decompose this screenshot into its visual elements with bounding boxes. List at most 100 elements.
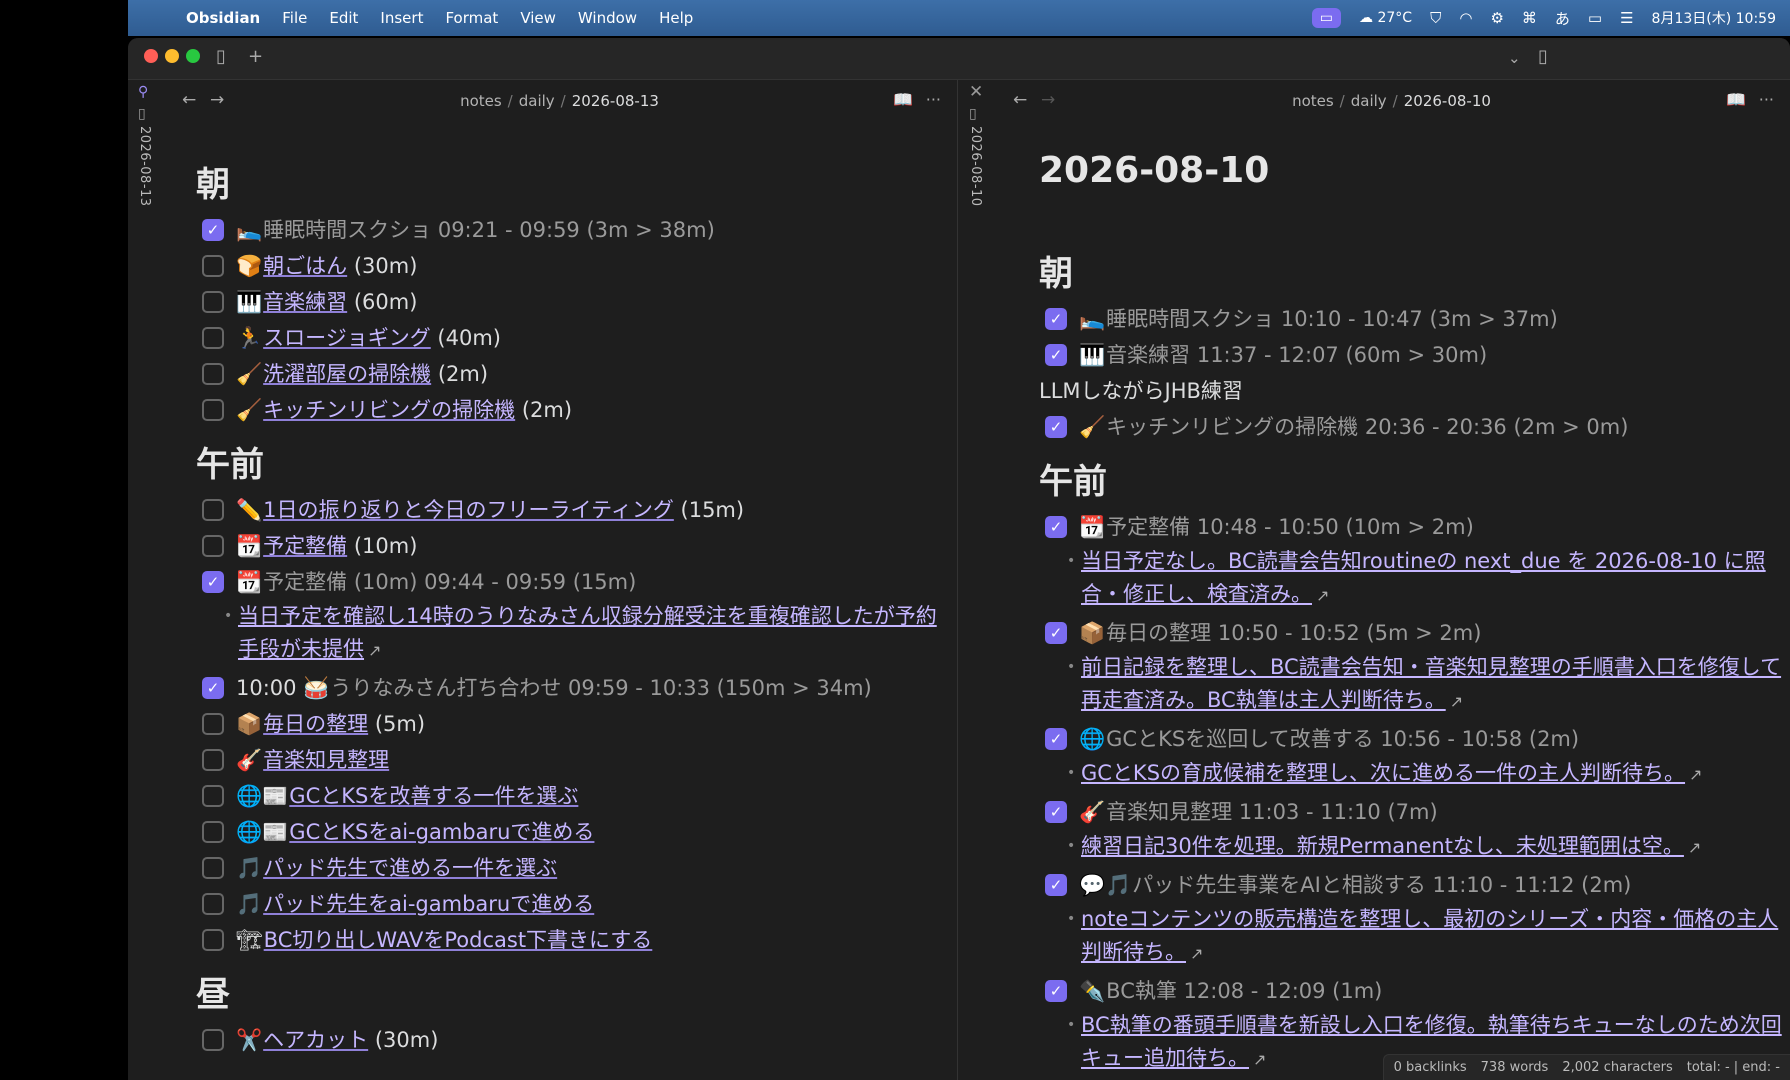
task-link[interactable]: 洗濯部屋の掃除機 <box>263 362 431 386</box>
menubar-clock[interactable]: 8月13日(木) 10:59 <box>1652 8 1776 28</box>
new-tab-icon[interactable]: + <box>248 46 263 67</box>
minimize-window-button[interactable] <box>165 49 179 63</box>
external-link-icon[interactable]: ↗ <box>1689 765 1702 784</box>
task-checkbox[interactable]: ✓ <box>1045 416 1067 438</box>
external-link-icon[interactable]: ↗ <box>1316 586 1329 605</box>
task-checkbox[interactable] <box>202 291 224 313</box>
menu-format[interactable]: Format <box>445 9 498 27</box>
external-link-icon[interactable]: ↗ <box>368 641 381 660</box>
menu-window[interactable]: Window <box>578 9 637 27</box>
hub-icon[interactable]: ⌘ <box>1522 9 1537 27</box>
task-link[interactable]: 音楽練習 <box>263 290 347 314</box>
sub-link[interactable]: 練習日記30件を処理。新規Permanentなし、未処理範囲は空。 <box>1081 834 1684 858</box>
task-checkbox[interactable] <box>202 255 224 277</box>
menu-file[interactable]: File <box>282 9 307 27</box>
sub-link[interactable]: 当日予定なし。BC読書会告知routineの next_due を 2026-0… <box>1081 549 1766 606</box>
control-center-icon[interactable]: ☰ <box>1620 9 1633 27</box>
task-checkbox[interactable]: ✓ <box>1045 622 1067 644</box>
task-checkbox[interactable]: ✓ <box>202 219 224 241</box>
task-link[interactable]: 毎日の整理 <box>1106 621 1211 645</box>
breadcrumb-daily[interactable]: daily <box>1351 92 1387 110</box>
external-link-icon[interactable]: ↗ <box>1190 944 1203 963</box>
task-link[interactable]: パッド先生事業をAIと相談する <box>1132 873 1426 897</box>
task-link[interactable]: キッチンリビングの掃除機 <box>263 398 515 422</box>
pin-icon[interactable]: ⚲ <box>138 84 148 100</box>
sub-link[interactable]: 前日記録を整理し、BC読書会告知・音楽知見整理の手順書入口を修復して再走査済み。… <box>1081 655 1781 712</box>
sub-link[interactable]: 当日予定を確認し14時のうりなみさん収録分解受注を重複確認したが予約手段が未提供 <box>238 604 937 661</box>
reading-view-icon[interactable]: 📖 <box>893 90 913 109</box>
task-checkbox[interactable] <box>202 893 224 915</box>
task-checkbox[interactable] <box>202 749 224 771</box>
task-link[interactable]: BC執筆 <box>1106 979 1177 1003</box>
close-pane-icon[interactable]: ✕ <box>969 82 983 102</box>
breadcrumb-current[interactable]: 2026-08-13 <box>572 92 659 110</box>
task-link[interactable]: GCとKSを巡回して改善する <box>1106 727 1373 751</box>
task-checkbox[interactable] <box>202 399 224 421</box>
more-options-icon[interactable]: ··· <box>1759 90 1774 109</box>
left-note-content[interactable]: 朝 ✓ 🛌睡眠時間スクショ 09:21 - 09:59 (3m > 38m) 🍞朝ごは… <box>196 148 957 1080</box>
task-link[interactable]: BC切り出しWAVをPodcast下書きにする <box>264 928 653 952</box>
task-link[interactable]: うりなみさん打ち合わせ <box>330 676 561 700</box>
task-link[interactable]: ヘアカット <box>263 1028 368 1052</box>
gear-icon[interactable]: ⚙ <box>1490 9 1503 27</box>
task-link[interactable]: 音楽練習 <box>1106 343 1190 367</box>
menu-insert[interactable]: Insert <box>380 9 423 27</box>
external-link-icon[interactable]: ↗ <box>1688 838 1701 857</box>
breadcrumb-notes[interactable]: notes <box>460 92 502 110</box>
task-checkbox[interactable] <box>202 363 224 385</box>
task-link[interactable]: 毎日の整理 <box>263 712 368 736</box>
task-link[interactable]: スロージョギング <box>263 326 431 350</box>
chevron-down-icon[interactable]: ⌄ <box>1508 49 1521 67</box>
task-link[interactable]: キッチンリビングの掃除機 <box>1106 415 1358 439</box>
reading-view-icon[interactable]: 📖 <box>1726 90 1746 109</box>
task-link[interactable]: 睡眠時間スクショ <box>1106 307 1274 331</box>
weather[interactable]: ☁ 27°C <box>1359 10 1412 26</box>
sub-link[interactable]: noteコンテンツの販売構造を整理し、最初のシリーズ・内容・価格の主人判断待ち。 <box>1081 907 1778 964</box>
task-checkbox[interactable]: ✓ <box>202 571 224 593</box>
task-checkbox[interactable]: ✓ <box>1045 874 1067 896</box>
task-checkbox[interactable] <box>202 785 224 807</box>
task-link[interactable]: 予定整備 <box>263 570 347 594</box>
task-link[interactable]: 睡眠時間スクショ <box>263 218 431 242</box>
task-checkbox[interactable]: ✓ <box>1045 308 1067 330</box>
task-link[interactable]: 音楽知見整理 <box>1106 800 1232 824</box>
task-checkbox[interactable]: ✓ <box>202 677 224 699</box>
menu-edit[interactable]: Edit <box>329 9 358 27</box>
task-link[interactable]: GCとKSを改善する一件を選ぶ <box>289 784 578 808</box>
more-options-icon[interactable]: ··· <box>926 90 941 109</box>
external-link-icon[interactable]: ↗ <box>1253 1050 1266 1069</box>
task-checkbox[interactable] <box>202 821 224 843</box>
breadcrumb-current[interactable]: 2026-08-10 <box>1404 92 1491 110</box>
task-checkbox[interactable]: ✓ <box>1045 728 1067 750</box>
task-checkbox[interactable]: ✓ <box>1045 516 1067 538</box>
battery-icon[interactable]: ▭ <box>1588 9 1602 27</box>
right-note-content[interactable]: 2026-08-10 朝 ✓ 🛌睡眠時間スクショ 10:10 - 10:47 (3m… <box>1039 120 1790 1080</box>
task-checkbox[interactable] <box>202 327 224 349</box>
menu-help[interactable]: Help <box>659 9 693 27</box>
shield-icon[interactable]: ⛉ <box>1430 9 1441 27</box>
wifi-icon[interactable]: ◠ <box>1459 9 1472 27</box>
task-checkbox[interactable]: ✓ <box>1045 980 1067 1002</box>
task-checkbox[interactable] <box>202 499 224 521</box>
task-checkbox[interactable] <box>202 535 224 557</box>
task-link[interactable]: 1日の振り返りと今日のフリーライティング <box>263 498 674 522</box>
screen-record-icon[interactable]: ▭ <box>1311 8 1342 28</box>
menu-view[interactable]: View <box>520 9 556 27</box>
breadcrumb-daily[interactable]: daily <box>519 92 555 110</box>
task-link[interactable]: 音楽知見整理 <box>263 748 389 772</box>
task-checkbox[interactable] <box>202 929 224 951</box>
task-link[interactable]: 予定整備 <box>1106 515 1190 539</box>
task-link[interactable]: パッド先生で進める一件を選ぶ <box>263 856 557 880</box>
task-checkbox[interactable]: ✓ <box>1045 344 1067 366</box>
task-checkbox[interactable] <box>202 857 224 879</box>
zoom-window-button[interactable] <box>186 49 200 63</box>
task-checkbox[interactable]: ✓ <box>1045 801 1067 823</box>
task-link[interactable]: パッド先生をai-gambaruで進める <box>263 892 594 916</box>
task-link[interactable]: 朝ごはん <box>263 254 347 278</box>
task-checkbox[interactable] <box>202 1029 224 1051</box>
breadcrumb-notes[interactable]: notes <box>1292 92 1334 110</box>
external-link-icon[interactable]: ↗ <box>1450 692 1463 711</box>
menu-app-name[interactable]: Obsidian <box>186 9 260 27</box>
sub-link[interactable]: GCとKSの育成候補を整理し、次に進める一件の主人判断待ち。 <box>1081 761 1685 785</box>
task-link[interactable]: 予定整備 <box>263 534 347 558</box>
